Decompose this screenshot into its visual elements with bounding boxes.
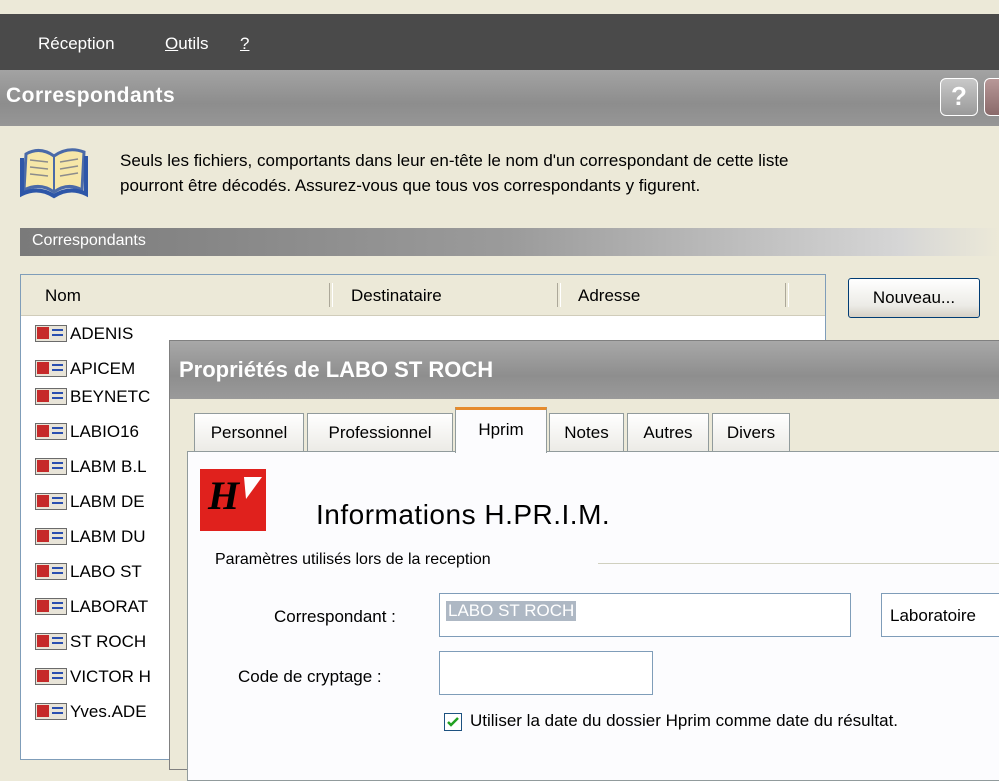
column-separator[interactable] <box>329 283 333 307</box>
correspondant-field[interactable]: LABO ST ROCH <box>439 593 851 637</box>
list-item-label: LABM DE <box>70 491 145 511</box>
menu-help[interactable]: ? <box>240 34 249 54</box>
column-destinataire[interactable]: Destinataire <box>351 286 442 306</box>
contact-card-icon <box>35 423 67 440</box>
contact-card-icon <box>35 388 67 405</box>
dialog-title: Propriétés de LABO ST ROCH <box>179 357 494 382</box>
section-header: Correspondants <box>20 228 999 256</box>
list-item[interactable]: LABIO16 <box>35 418 139 445</box>
contact-card-icon <box>35 325 67 342</box>
list-item-label: LABIO16 <box>70 421 139 441</box>
hprim-heading: Informations H.PR.I.M. <box>316 499 611 530</box>
column-nom[interactable]: Nom <box>45 286 81 306</box>
list-item-label: LABM DU <box>70 526 146 546</box>
open-book-icon <box>20 148 88 199</box>
window-top-edge <box>0 0 999 14</box>
contact-card-icon <box>35 703 67 720</box>
list-item[interactable]: LABORAT <box>35 593 148 620</box>
menu-outils-mnemonic: O <box>165 34 179 53</box>
crypt-field[interactable] <box>439 651 653 695</box>
menu-outils[interactable]: Outils <box>165 34 208 54</box>
contact-card-icon <box>35 668 67 685</box>
list-item[interactable]: Yves.ADE <box>35 698 147 725</box>
dialog-title-bar[interactable]: Propriétés de LABO ST ROCH <box>170 341 999 399</box>
tab-professionnel[interactable]: Professionnel <box>307 413 453 451</box>
menu-bar: Réception Outils ? <box>0 14 999 70</box>
params-group-label: Paramètres utilisés lors de la reception <box>215 551 491 568</box>
correspondant-label: Correspondant : <box>274 607 396 626</box>
column-adresse[interactable]: Adresse <box>578 286 640 306</box>
list-item-label: LABM B.L <box>70 456 147 476</box>
list-item[interactable]: BEYNETC <box>35 383 150 410</box>
date-checkbox[interactable] <box>444 713 462 731</box>
list-item[interactable]: ST ROCH <box>35 628 146 655</box>
column-separator[interactable] <box>785 283 789 307</box>
info-line-2: pourront être décodés. Assurez-vous que … <box>120 176 701 195</box>
list-item[interactable]: APICEM <box>35 355 135 382</box>
contact-card-icon <box>35 563 67 580</box>
contact-card-icon <box>35 458 67 475</box>
window-title-bar: Correspondants <box>0 70 999 126</box>
close-button[interactable] <box>984 78 999 116</box>
menu-reception[interactable]: Réception <box>38 34 115 54</box>
contact-card-icon <box>35 493 67 510</box>
contact-card-icon <box>35 528 67 545</box>
list-item[interactable]: LABM DE <box>35 488 145 515</box>
list-item[interactable]: LABM DU <box>35 523 146 550</box>
hprim-logo: H <box>200 469 266 531</box>
contact-card-icon <box>35 633 67 650</box>
list-item[interactable]: LABO ST <box>35 558 142 585</box>
tab-personnel[interactable]: Personnel <box>194 413 304 451</box>
list-item-label: APICEM <box>70 358 136 378</box>
section-title: Correspondants <box>32 232 146 249</box>
column-separator[interactable] <box>557 283 561 307</box>
list-item-label: Yves.ADE <box>70 701 147 721</box>
window-title: Correspondants <box>6 84 176 107</box>
tab-divers[interactable]: Divers <box>712 413 790 451</box>
check-icon <box>447 717 459 727</box>
menu-outils-rest: utils <box>178 34 209 53</box>
crypt-label: Code de cryptage : <box>238 667 382 686</box>
list-item-label: LABO ST <box>70 561 142 581</box>
list-item-label: ST ROCH <box>70 631 147 651</box>
list-item-label: VICTOR H <box>70 666 151 686</box>
info-line-1: Seuls les fichiers, comportants dans leu… <box>120 151 789 170</box>
tab-notes[interactable]: Notes <box>549 413 624 451</box>
list-item-label: LABORAT <box>70 596 149 616</box>
list-item-label: BEYNETC <box>70 386 151 406</box>
info-text: Seuls les fichiers, comportants dans leu… <box>120 148 980 198</box>
date-checkbox-label[interactable]: Utiliser la date du dossier Hprim comme … <box>470 711 898 731</box>
menu-help-label: ? <box>240 34 250 53</box>
help-button[interactable]: ? <box>940 78 978 116</box>
list-item[interactable]: ADENIS <box>35 320 133 347</box>
list-column-header: Nom Destinataire Adresse <box>21 275 825 316</box>
group-divider <box>598 563 999 564</box>
hprim-logo-letter: H <box>207 473 241 518</box>
contact-card-icon <box>35 360 67 377</box>
properties-dialog: Propriétés de LABO ST ROCH Personnel Pro… <box>169 340 999 781</box>
list-item[interactable]: LABM B.L <box>35 453 147 480</box>
list-item[interactable]: VICTOR H <box>35 663 151 690</box>
correspondant-value: LABO ST ROCH <box>446 601 577 621</box>
contact-card-icon <box>35 598 67 615</box>
type-field[interactable]: Laboratoire <box>881 593 999 637</box>
new-correspondant-button[interactable]: Nouveau... <box>848 278 980 318</box>
type-value: Laboratoire <box>890 606 977 625</box>
list-item-label: ADENIS <box>70 323 134 343</box>
tab-hprim[interactable]: Hprim <box>455 407 547 453</box>
tab-autres[interactable]: Autres <box>627 413 709 451</box>
